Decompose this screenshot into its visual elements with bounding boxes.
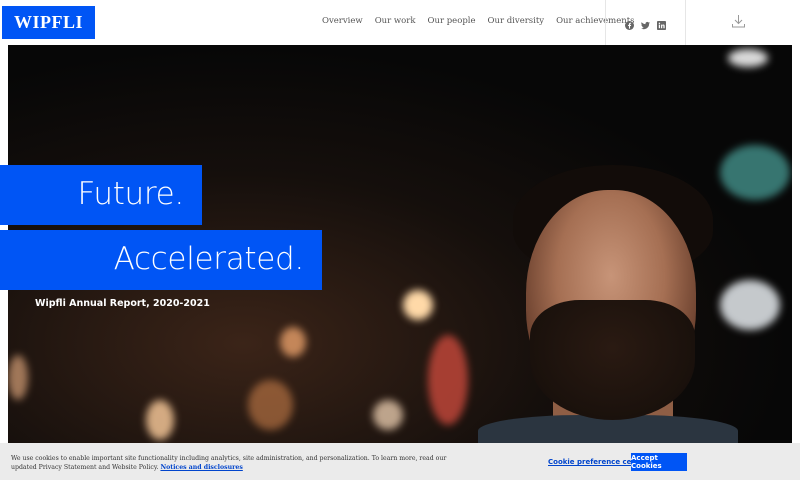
linkedin-icon[interactable] [657, 17, 666, 30]
hero-subtitle: Wipfli Annual Report, 2020-2021 [35, 298, 210, 309]
site-header: WIPFLI Overview Our work Our people Our … [0, 0, 800, 45]
headline-line-2: Accelerated. [113, 241, 305, 277]
nav-our-work[interactable]: Our work [375, 16, 416, 26]
bokeh-light [728, 49, 768, 67]
bokeh-light [403, 290, 433, 320]
notices-link[interactable]: Notices and disclosures [160, 464, 242, 471]
bokeh-light [280, 327, 306, 357]
bokeh-light [720, 280, 780, 330]
download-icon[interactable] [731, 14, 746, 29]
nav-our-achievements[interactable]: Our achievements [556, 16, 634, 26]
bokeh-light [720, 145, 790, 200]
bokeh-light [373, 400, 403, 430]
bokeh-light [8, 355, 28, 400]
cookie-text: We use cookies to enable important site … [11, 454, 451, 472]
nav-our-people[interactable]: Our people [428, 16, 476, 26]
twitter-icon[interactable] [641, 17, 650, 30]
headline-line-1: Future. [77, 176, 185, 212]
headline-block-1: Future. [0, 165, 202, 225]
person-beard [530, 300, 695, 420]
nav-our-diversity[interactable]: Our diversity [488, 16, 545, 26]
bokeh-light [248, 380, 293, 430]
social-links [625, 17, 666, 30]
nav-overview[interactable]: Overview [322, 16, 363, 26]
wipfli-logo[interactable]: WIPFLI [2, 6, 95, 39]
facebook-icon[interactable] [625, 17, 634, 30]
accept-cookies-button[interactable]: Accept Cookies [631, 453, 687, 471]
cookie-banner: We use cookies to enable important site … [0, 443, 800, 480]
divider [605, 0, 606, 45]
divider [685, 0, 686, 45]
bokeh-light [146, 400, 174, 440]
bokeh-light [428, 335, 468, 425]
main-nav: Overview Our work Our people Our diversi… [322, 16, 635, 26]
headline-block-2: Accelerated. [0, 230, 322, 290]
